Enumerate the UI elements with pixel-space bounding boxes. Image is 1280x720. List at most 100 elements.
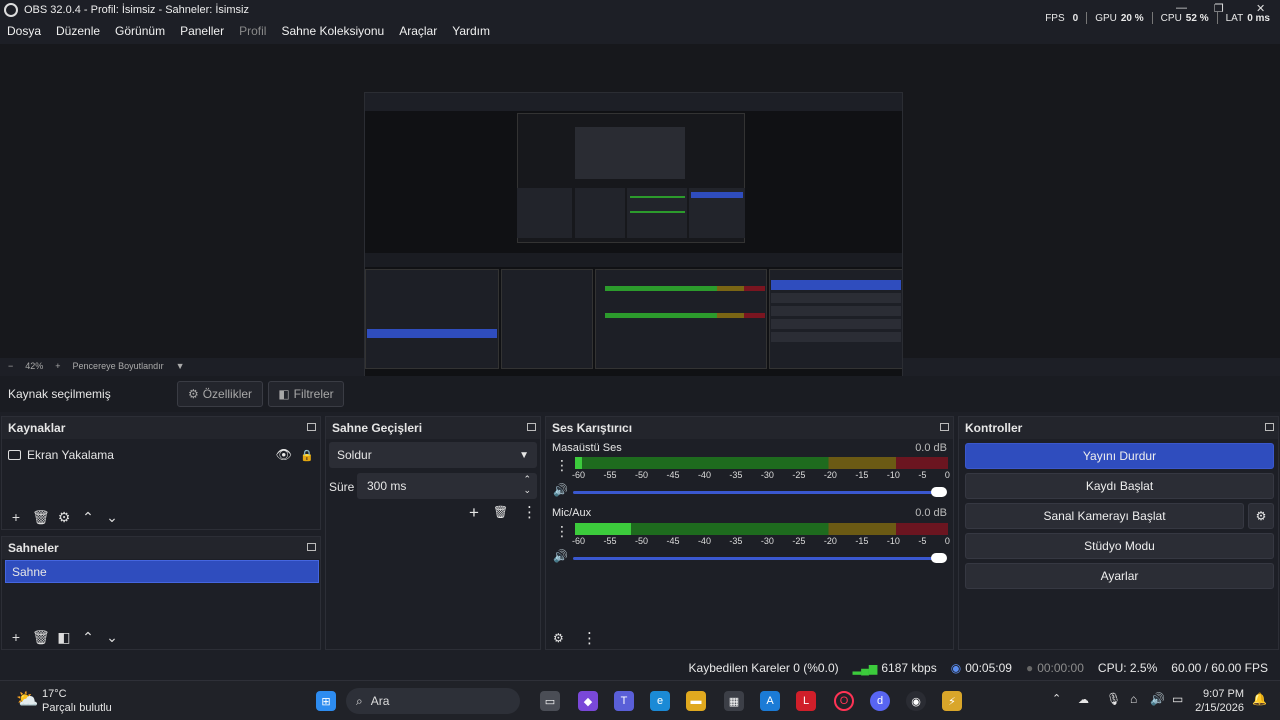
meter-tick-label: -45	[666, 536, 680, 546]
l-app-icon[interactable]: L	[796, 691, 816, 711]
chevron-down-icon[interactable]: ▼	[176, 361, 185, 371]
menu-docks[interactable]: Paneller	[180, 24, 224, 38]
dropped-frames: Kaybedilen Kareler 0 (%0.0)	[688, 661, 839, 675]
menu-file[interactable]: Dosya	[7, 24, 41, 38]
meter-tick-label: 0	[944, 470, 950, 480]
duration-label: Süre	[329, 480, 355, 494]
more-vertical-icon[interactable]: ⋮	[582, 629, 597, 647]
taskbar-search[interactable]: ⌕ Ara	[346, 688, 520, 714]
channel-db: 0.0 dB	[915, 507, 947, 519]
channel-name: Mic/Aux	[552, 507, 592, 519]
start-virtual-camera-button[interactable]: Sanal Kamerayı Başlat	[965, 503, 1244, 529]
more-vertical-icon[interactable]: ⋮	[555, 523, 569, 540]
teams-icon[interactable]: T	[614, 691, 634, 711]
filters-button[interactable]: ◧ Filtreler	[268, 381, 344, 407]
add-icon[interactable]: +	[8, 629, 24, 645]
undock-icon[interactable]	[307, 423, 316, 431]
undock-icon[interactable]	[940, 423, 949, 431]
source-item-label: Ekran Yakalama	[27, 448, 114, 462]
battery-icon[interactable]: ▭	[1172, 692, 1183, 706]
audio-mixer-dock: Ses Karıştırıcı Masaüstü Ses 0.0 dB ⋮ -6…	[545, 416, 954, 650]
menu-help[interactable]: Yardım	[452, 24, 490, 38]
properties-button[interactable]: ⚙ Özellikler	[177, 381, 263, 407]
move-up-icon[interactable]: ⌃	[80, 509, 96, 526]
move-up-icon[interactable]: ⌃	[80, 629, 96, 646]
preview-canvas[interactable]	[364, 92, 903, 395]
speaker-icon[interactable]: 🔊	[553, 549, 568, 563]
scenes-title: Sahneler	[8, 541, 59, 555]
scene-item-sahne[interactable]: Sahne	[5, 560, 319, 583]
menu-profile[interactable]: Profil	[239, 24, 266, 38]
meter-tick-label: -30	[760, 470, 774, 480]
start-recording-button[interactable]: Kaydı Başlat	[965, 473, 1274, 499]
stop-stream-button[interactable]: Yayını Durdur	[965, 443, 1274, 469]
microphone-icon[interactable]: 🎙	[1106, 692, 1121, 706]
move-down-icon[interactable]: ⌄	[104, 629, 120, 646]
menu-scene-collection[interactable]: Sahne Koleksiyonu	[281, 24, 384, 38]
menu-edit[interactable]: Düzenle	[56, 24, 100, 38]
menu-view[interactable]: Görünüm	[115, 24, 165, 38]
discord-icon[interactable]: d	[870, 691, 890, 711]
network-icon[interactable]: ⌂	[1130, 692, 1137, 706]
file-explorer-icon[interactable]: ▬	[686, 691, 706, 711]
chevron-up-icon[interactable]: ⌃	[1052, 692, 1061, 705]
source-item-screen-capture[interactable]: Ekran Yakalama 👁 🔒	[8, 445, 316, 465]
undock-icon[interactable]	[527, 423, 536, 431]
transition-select-value: Soldur	[337, 448, 372, 462]
scenes-toolbar: + 🗑 ◧ ⌃ ⌄	[2, 625, 320, 649]
mixer-settings-icon[interactable]: ⚙	[553, 631, 564, 645]
spin-up-icon[interactable]: ⌃	[523, 474, 531, 485]
filters-label: Filtreler	[293, 387, 334, 401]
meter-tick-label: -30	[760, 536, 774, 546]
volume-slider[interactable]	[573, 487, 947, 497]
transition-select[interactable]: Soldur ▼	[329, 442, 537, 468]
add-icon[interactable]: +	[469, 503, 479, 523]
notification-bell-icon[interactable]: 🔔	[1252, 692, 1267, 706]
eye-icon[interactable]: 👁	[275, 447, 292, 463]
zoom-out-button[interactable]: −	[8, 361, 13, 371]
zoom-mode-select[interactable]: Pencereye Boyutlandır	[73, 361, 164, 371]
app-icon[interactable]: A	[760, 691, 780, 711]
stream-status-icon: ◉	[950, 661, 962, 675]
trash-icon[interactable]: 🗑	[493, 505, 508, 519]
undock-icon[interactable]	[307, 543, 316, 551]
weather-desc: Parçalı bulutlu	[42, 702, 112, 714]
more-vertical-icon[interactable]: ⋮	[555, 457, 569, 474]
copilot-icon[interactable]: ◆	[578, 691, 598, 711]
menu-tools[interactable]: Araçlar	[399, 24, 437, 38]
lock-icon[interactable]: 🔒	[300, 449, 314, 462]
app-pinned-icon[interactable]: ⚡	[942, 691, 962, 711]
trash-icon[interactable]: 🗑	[32, 509, 50, 526]
settings-button[interactable]: Ayarlar	[965, 563, 1274, 589]
opera-icon[interactable]: O	[834, 691, 854, 711]
meter-tick-label: -45	[666, 470, 680, 480]
move-down-icon[interactable]: ⌄	[104, 509, 120, 526]
task-view-icon[interactable]: ▭	[540, 691, 560, 711]
preview-area[interactable]	[0, 44, 1280, 395]
meter-tick-label: -55	[603, 536, 617, 546]
add-icon[interactable]: +	[8, 509, 24, 525]
weather-icon[interactable]: ⛅	[16, 689, 38, 710]
more-vertical-icon[interactable]: ⋮	[522, 503, 537, 521]
tray-app-icon[interactable]: ☁	[1078, 693, 1089, 706]
store-icon[interactable]: ▦	[724, 691, 744, 711]
speaker-icon[interactable]: 🔊	[553, 483, 568, 497]
undock-icon[interactable]	[1265, 423, 1274, 431]
trash-icon[interactable]: 🗑	[32, 629, 50, 646]
edge-icon[interactable]: e	[650, 691, 670, 711]
spin-down-icon[interactable]: ⌄	[523, 485, 531, 496]
scenes-dock: Sahneler Sahne + 🗑 ◧ ⌃ ⌄	[1, 536, 321, 650]
start-icon[interactable]: ⊞	[316, 691, 336, 711]
filter-icon[interactable]: ◧	[56, 629, 72, 646]
meter-tick-label: -15	[855, 470, 869, 480]
virtual-camera-settings-button[interactable]: ⚙	[1248, 503, 1274, 529]
gear-icon[interactable]: ⚙	[56, 509, 72, 526]
obs-taskbar-icon[interactable]: ◉	[906, 691, 926, 711]
volume-slider[interactable]	[573, 553, 947, 563]
studio-mode-button[interactable]: Stüdyo Modu	[965, 533, 1274, 559]
clock-date[interactable]: 2/15/2026	[1192, 702, 1244, 714]
duration-spinbox[interactable]: 300 ms ⌃ ⌄	[357, 473, 537, 499]
clock-time[interactable]: 9:07 PM	[1200, 688, 1244, 700]
zoom-in-button[interactable]: +	[55, 361, 60, 371]
volume-icon[interactable]: 🔊	[1150, 692, 1165, 706]
